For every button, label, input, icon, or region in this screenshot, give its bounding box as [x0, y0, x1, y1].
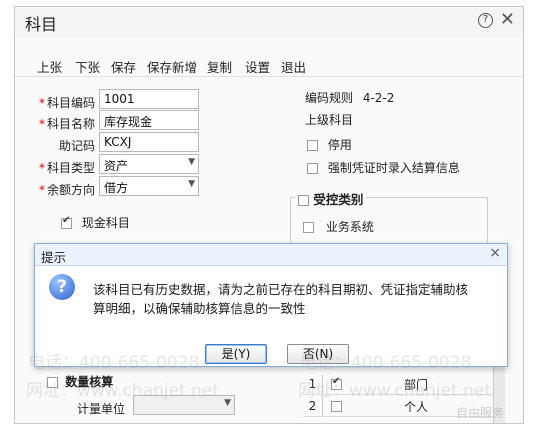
disabled-checkbox[interactable]: [307, 140, 318, 151]
table-row[interactable]: 2 个人: [303, 397, 493, 417]
dialog-message: 该科目已有历史数据，请为之前已存在的科目期初、凭证指定辅助核算明细，以确保辅助核…: [93, 282, 469, 316]
cash-subject-row: 现金科目: [61, 214, 130, 231]
unit-label: 计量单位: [76, 402, 125, 416]
question-icon: ?: [49, 274, 75, 300]
close-icon[interactable]: ✕: [500, 9, 515, 30]
qty-accounting-row: 数量核算: [47, 373, 113, 390]
business-system-checkbox[interactable]: [303, 222, 314, 233]
controlled-category-legend: 受控类别: [295, 189, 367, 208]
row-checkbox[interactable]: [331, 401, 342, 412]
code-rule-value: 4-2-2: [362, 91, 395, 105]
controlled-category-checkbox[interactable]: [298, 195, 309, 206]
chevron-down-icon: ▼: [188, 179, 195, 189]
force-settle-row: 强制凭证时录入结算信息: [307, 159, 460, 176]
name-field[interactable]: 库存现金: [99, 110, 199, 130]
balance-select-value: 借方: [104, 181, 129, 195]
row-number: 2: [303, 397, 323, 417]
help-icon[interactable]: ?: [478, 13, 493, 28]
mnemonic-label: 助记码: [58, 139, 95, 153]
type-select-value: 资产: [104, 159, 129, 173]
chevron-down-icon: ▼: [224, 398, 231, 408]
table-row[interactable]: 1 部门: [303, 375, 493, 395]
save-new-button[interactable]: 保存新增: [147, 57, 197, 76]
row-name: 部门: [403, 378, 428, 392]
dialog-titlebar: 提示 ×: [35, 244, 507, 266]
no-button[interactable]: 否(N): [287, 344, 349, 364]
disabled-row: 停用: [307, 136, 352, 153]
force-settle-checkbox[interactable]: [307, 163, 318, 174]
code-rule-label: 编码规则: [305, 91, 354, 105]
type-label: * 科目类型: [38, 161, 95, 175]
force-settle-label: 强制凭证时录入结算信息: [327, 161, 460, 175]
qty-accounting-label: 数量核算: [65, 375, 114, 389]
disabled-label: 停用: [327, 138, 352, 152]
balance-select[interactable]: 借方 ▼: [99, 176, 199, 196]
code-label: * 科目编码: [38, 96, 95, 110]
business-system-label: 业务系统: [325, 220, 374, 234]
balance-label: * 余额方向: [38, 183, 95, 197]
type-select[interactable]: 资产 ▼: [99, 154, 199, 174]
window-titlebar: 科目 ? ✕: [15, 7, 523, 37]
dialog-close-icon[interactable]: ×: [489, 245, 501, 261]
prompt-dialog: 提示 × ? 该科目已有历史数据，请为之前已存在的科目期初、凭证指定辅助核算明细…: [34, 243, 508, 367]
exit-button[interactable]: 退出: [281, 57, 306, 76]
qty-accounting-checkbox[interactable]: [47, 377, 58, 388]
save-button[interactable]: 保存: [111, 57, 136, 76]
grid-scrollbar[interactable]: [493, 367, 505, 423]
cash-subject-checkbox[interactable]: [61, 215, 72, 229]
toolbar: 上张 下张 保存 保存新增 复制 设置 退出: [15, 51, 523, 77]
cash-subject-label: 现金科目: [81, 216, 130, 230]
unit-select[interactable]: ▼: [133, 395, 235, 415]
mnemonic-field[interactable]: KCXJ: [99, 132, 199, 152]
dialog-title: 提示: [41, 250, 67, 265]
next-button[interactable]: 下张: [75, 57, 100, 76]
settings-button[interactable]: 设置: [245, 57, 270, 76]
controlled-category-label: 受控类别: [313, 192, 364, 207]
copy-button[interactable]: 复制: [207, 57, 232, 76]
yes-button[interactable]: 是(Y): [205, 344, 267, 364]
code-field[interactable]: 1001: [99, 89, 199, 109]
row-checkbox[interactable]: [331, 376, 342, 390]
parent-subject-label: 上级科目: [305, 113, 354, 127]
name-label: * 科目名称: [38, 117, 95, 131]
code-rule: 编码规则 4-2-2: [305, 89, 394, 106]
prev-button[interactable]: 上张: [37, 57, 62, 76]
row-name: 个人: [403, 400, 428, 414]
window-title: 科目: [25, 15, 58, 34]
chevron-down-icon: ▼: [188, 157, 195, 167]
row-number: 1: [303, 375, 323, 395]
business-system-row: 业务系统: [303, 218, 374, 235]
